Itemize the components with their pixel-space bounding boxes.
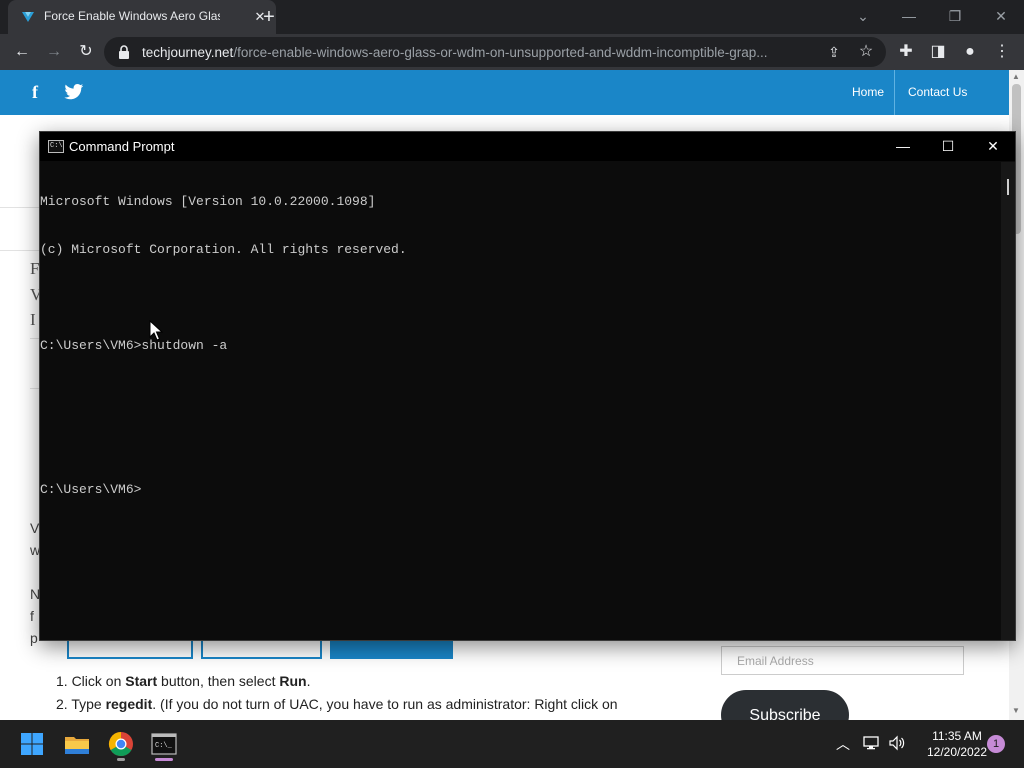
hidden-text-fragment: V: [30, 520, 40, 536]
share-icon[interactable]: ⇪: [822, 40, 846, 64]
download-button[interactable]: [330, 638, 453, 659]
command-prompt-icon: C:\: [48, 140, 64, 153]
network-icon[interactable]: [862, 735, 880, 751]
console-line: (c) Microsoft Corporation. All rights re…: [40, 242, 407, 257]
back-icon[interactable]: ←: [10, 40, 34, 64]
app-active-indicator: [155, 758, 173, 761]
cmd-close-icon[interactable]: ✕: [978, 135, 1008, 157]
step-text: 2. Type: [56, 696, 106, 712]
hidden-text-fragment: p: [30, 630, 38, 646]
restore-icon[interactable]: ❐: [943, 6, 967, 26]
cmd-console-output[interactable]: Microsoft Windows [Version 10.0.22000.10…: [40, 162, 1000, 640]
step-bold: Start: [125, 673, 158, 689]
cmd-minimize-icon[interactable]: —: [888, 135, 918, 157]
svg-text:C:\_: C:\_: [155, 742, 173, 750]
download-button[interactable]: [201, 638, 322, 659]
app-running-indicator: [117, 758, 125, 761]
nav-divider: [894, 70, 895, 115]
hidden-text-fragment: f: [30, 608, 34, 624]
url-path: /force-enable-windows-aero-glass-or-wdm-…: [233, 45, 768, 60]
site-header: f Home Contact Us: [0, 70, 1009, 115]
show-hidden-icons-chevron-icon[interactable]: ︿: [836, 734, 850, 754]
cmd-scrollbar[interactable]: [1001, 162, 1015, 640]
extensions-puzzle-icon[interactable]: ✚: [894, 40, 918, 64]
url-host: techjourney.net: [142, 45, 234, 60]
twitter-icon[interactable]: [64, 83, 84, 101]
step-bold: regedit: [105, 696, 153, 712]
step-text: .: [306, 673, 311, 689]
scroll-up-arrow-icon[interactable]: ▲: [1012, 72, 1020, 81]
subscribe-button[interactable]: Subscribe: [721, 690, 849, 720]
tab-search-chevron-icon[interactable]: ⌄: [851, 6, 875, 26]
console-line: Microsoft Windows [Version 10.0.22000.10…: [40, 194, 376, 209]
address-bar[interactable]: techjourney.net/force-enable-windows-aer…: [104, 37, 886, 67]
page-divider: [0, 207, 40, 208]
new-tab-button[interactable]: +: [258, 6, 280, 28]
cmd-titlebar[interactable]: C:\ Command Prompt — ☐ ✕: [40, 132, 1015, 161]
windows-start-icon[interactable]: [16, 728, 48, 760]
volume-icon[interactable]: [888, 735, 906, 751]
url-text: techjourney.net/force-enable-windows-aer…: [142, 45, 822, 60]
browser-toolbar: ← → ↻ techjourney.net/force-enable-windo…: [0, 34, 1024, 70]
scroll-down-arrow-icon[interactable]: ▼: [1012, 706, 1020, 715]
reload-icon[interactable]: ↻: [74, 40, 98, 64]
cmd-maximize-icon[interactable]: ☐: [933, 135, 963, 157]
browser-menu-icon[interactable]: ⋮: [990, 40, 1014, 64]
hidden-heading-fragment: I: [30, 310, 36, 329]
file-explorer-icon[interactable]: [61, 728, 93, 760]
close-icon[interactable]: ✕: [989, 6, 1013, 26]
step-text: . (If you do not turn of UAC, you have t…: [152, 696, 618, 712]
techjourney-favicon-icon: [22, 12, 34, 22]
nav-home-link[interactable]: Home: [852, 85, 884, 99]
bookmark-star-icon[interactable]: ☆: [854, 40, 878, 64]
step-text: 1. Click on: [56, 673, 126, 689]
page-divider: [0, 250, 40, 251]
instruction-step-2: 2. Type regedit. (If you do not turn of …: [56, 696, 618, 712]
side-panel-icon[interactable]: ◨: [926, 40, 950, 64]
facebook-icon[interactable]: f: [32, 82, 38, 103]
instruction-step-1: 1. Click on Start button, then select Ru…: [56, 673, 310, 689]
windows-taskbar: C:\_ ︿ 11:35 AM 12/20/2022 1: [0, 720, 1024, 768]
cmd-scrollbar-thumb[interactable]: [1007, 179, 1009, 195]
profile-avatar-icon[interactable]: ●: [958, 40, 982, 64]
tab-title: Force Enable Windows Aero Glass: [44, 9, 220, 23]
step-bold: Run: [279, 673, 307, 689]
lock-icon: [119, 45, 129, 59]
browser-tab[interactable]: Force Enable Windows Aero Glass ✕: [8, 0, 276, 34]
step-text: button, then select: [157, 673, 280, 689]
download-button[interactable]: [67, 638, 193, 659]
nav-contact-link[interactable]: Contact Us: [896, 70, 978, 115]
browser-tab-strip: Force Enable Windows Aero Glass ✕ + ⌄ — …: [0, 0, 1024, 34]
forward-icon[interactable]: →: [42, 40, 66, 64]
cmd-window-title: Command Prompt: [69, 139, 175, 154]
console-prompt-line: C:\Users\VM6>: [40, 482, 142, 497]
command-prompt-taskbar-icon[interactable]: C:\_: [148, 728, 180, 760]
console-line: C:\Users\VM6>shutdown -a: [40, 338, 228, 353]
chrome-icon[interactable]: [105, 728, 137, 760]
mouse-cursor-icon: [149, 320, 163, 341]
minimize-icon[interactable]: —: [897, 6, 921, 26]
notification-badge[interactable]: 1: [987, 735, 1005, 753]
command-prompt-window[interactable]: C:\ Command Prompt — ☐ ✕ Microsoft Windo…: [39, 131, 1016, 641]
email-field[interactable]: Email Address: [721, 646, 964, 675]
